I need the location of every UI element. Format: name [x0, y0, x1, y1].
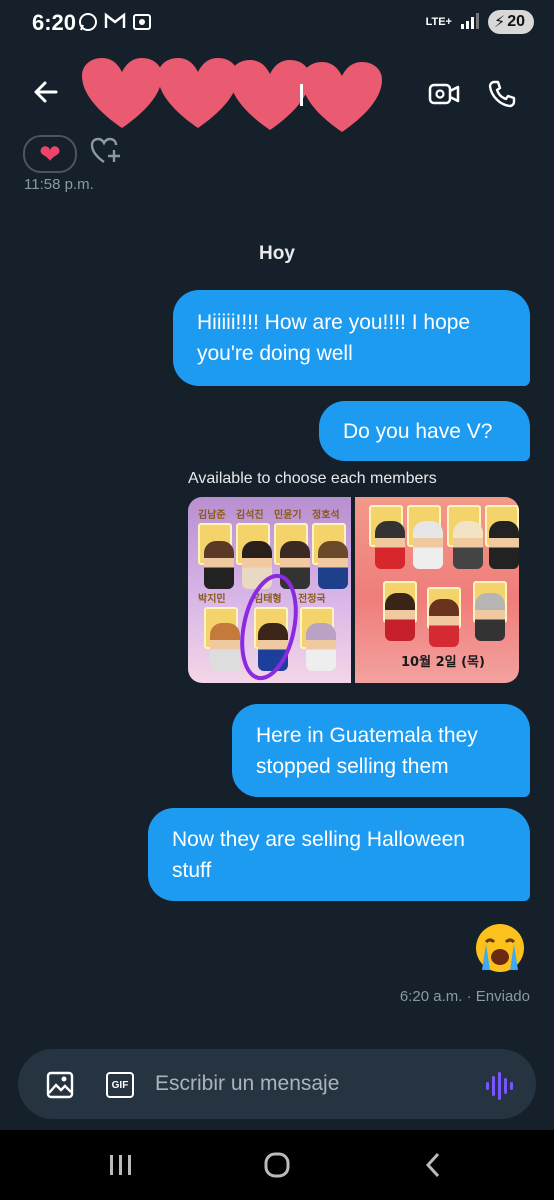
member-label: 민윤기	[274, 510, 302, 521]
network-label: LTE+	[425, 16, 452, 28]
back-chevron-icon	[425, 1152, 440, 1178]
arrow-left-icon	[34, 81, 58, 103]
member-label: 전정국	[298, 594, 326, 605]
loudly-crying-face-icon	[476, 924, 524, 972]
circle-annotation	[240, 573, 298, 681]
back-button[interactable]	[28, 74, 64, 110]
gif-button[interactable]: GIF	[106, 1072, 134, 1098]
image-icon	[46, 1071, 74, 1099]
system-navigation-bar	[0, 1130, 554, 1200]
figure	[375, 521, 405, 569]
phone-icon	[488, 80, 516, 108]
message-bubble[interactable]: Now they are selling Halloween stuff	[148, 808, 530, 901]
message-composer: GIF Escribir un mensaje	[18, 1049, 536, 1119]
member-label: 정호석	[312, 510, 340, 521]
gmail-icon	[104, 12, 126, 37]
member-label: 김남준	[198, 510, 226, 521]
charging-icon: ⚡	[493, 14, 506, 31]
notification-icons	[78, 12, 152, 37]
back-nav-button[interactable]	[424, 1152, 442, 1183]
add-reaction-button[interactable]	[90, 136, 124, 171]
whatsapp-icon	[78, 12, 98, 37]
status-time: 6:20	[32, 10, 77, 35]
message-bubble[interactable]: Hiiiii!!!! How are you!!!! I hope you're…	[173, 290, 530, 386]
figure	[204, 541, 234, 589]
screenshot-icon	[132, 12, 152, 37]
battery-level: 20	[507, 13, 525, 30]
member-label: 김석진	[236, 510, 264, 521]
figure	[475, 593, 505, 641]
recent-apps-button[interactable]	[108, 1154, 134, 1181]
member-label: 박지민	[198, 594, 226, 605]
message-text: Here in Guatemala they stopped selling t…	[256, 723, 478, 778]
media-caption: Available to choose each members	[188, 470, 437, 487]
contact-name-obscured[interactable]	[80, 58, 390, 132]
status-bar: 6:20 LTE+ ⚡ 20	[0, 0, 554, 48]
message-text: Hiiiii!!!! How are you!!!! I hope you're…	[197, 311, 471, 365]
figure	[306, 623, 336, 671]
figure	[413, 521, 443, 569]
emoji-message[interactable]	[470, 920, 530, 980]
day-divider: Hoy	[259, 243, 295, 264]
image-tiny-tan-poster[interactable]: 10월 2일 (목)	[355, 497, 519, 683]
image-attach-button[interactable]	[46, 1071, 74, 1104]
gif-icon: GIF	[111, 1079, 129, 1091]
shared-images[interactable]: 김남준 김석진 민윤기 정호석 박지민 김태형 전정국 10월 2일 (목)	[188, 497, 519, 683]
message-input[interactable]: Escribir un mensaje	[155, 1072, 339, 1096]
home-button[interactable]	[264, 1152, 290, 1183]
message-bubble[interactable]: Here in Guatemala they stopped selling t…	[232, 704, 530, 797]
figure	[429, 599, 459, 647]
voice-message-button[interactable]	[484, 1071, 514, 1106]
figure	[385, 593, 415, 641]
message-bubble[interactable]: Do you have V?	[319, 401, 530, 461]
phone-call-button[interactable]	[484, 76, 520, 112]
figure	[489, 521, 519, 569]
figure	[453, 521, 483, 569]
message-text: Do you have V?	[343, 419, 493, 443]
video-call-icon	[428, 83, 460, 105]
heart-stickers	[82, 58, 382, 132]
chat-header	[0, 58, 554, 132]
release-date-label: 10월 2일 (목)	[401, 655, 485, 670]
signal-icon	[460, 12, 480, 32]
heart-plus-icon	[90, 137, 120, 163]
message-text: Now they are selling Halloween stuff	[172, 827, 465, 882]
recents-icon	[110, 1155, 131, 1175]
status-right: LTE+ ⚡ 20	[426, 10, 534, 34]
figure	[210, 623, 240, 671]
message-status: 6:20 a.m. · Enviado	[399, 988, 530, 1005]
video-call-button[interactable]	[426, 76, 462, 112]
figure	[318, 541, 348, 589]
voice-wave-icon	[486, 1072, 513, 1100]
reaction-time: 11:58 p.m.	[24, 176, 94, 193]
image-tiny-tan-lineup[interactable]: 김남준 김석진 민윤기 정호석 박지민 김태형 전정국	[188, 497, 351, 683]
home-icon	[264, 1152, 290, 1178]
reaction-chip[interactable]: ❤	[23, 135, 77, 173]
heart-reaction-icon: ❤	[39, 139, 61, 169]
battery-indicator: ⚡ 20	[487, 10, 534, 34]
